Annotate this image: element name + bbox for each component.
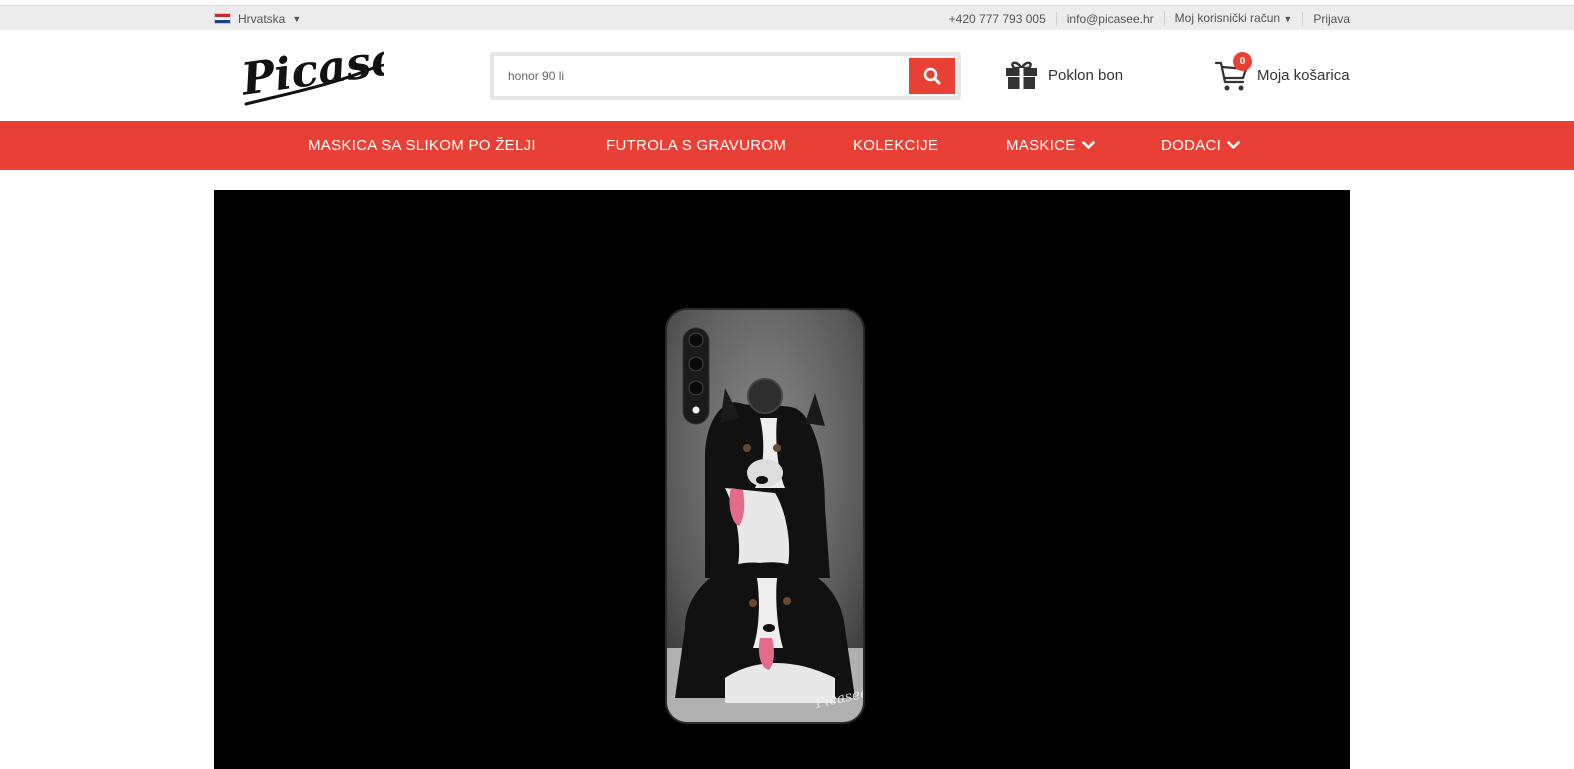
gift-voucher-label: Poklon bon	[1048, 66, 1124, 84]
search-icon	[923, 67, 941, 85]
chevron-down-icon	[1227, 141, 1240, 149]
top-links: +420 777 793 005 info@picasee.hr Moj kor…	[939, 11, 1350, 26]
picasee-logo[interactable]: Picasee	[236, 29, 429, 108]
gift-icon	[1006, 61, 1037, 89]
phone-link[interactable]: +420 777 793 005	[939, 12, 1056, 26]
header: Picasee Poklon bon	[0, 29, 1574, 121]
chevron-down-icon: ▼	[292, 13, 302, 24]
nav-item-label: KOLEKCIJE	[853, 137, 939, 154]
chevron-down-icon: ▼	[1283, 14, 1293, 24]
account-label: Moj korisnički račun	[1174, 11, 1281, 25]
login-link[interactable]: Prijava	[1302, 11, 1350, 26]
nav-item-collections[interactable]: KOLEKCIJE	[853, 121, 938, 170]
croatia-flag-icon	[214, 13, 231, 24]
search-button[interactable]	[909, 58, 955, 94]
nav-item-label: MASKICE	[1006, 137, 1076, 154]
language-selector[interactable]: Hrvatska ▼	[214, 12, 301, 26]
nav-item-custom-photo-case[interactable]: MASKICA SA SLIKOM PO ŽELJI	[308, 121, 536, 170]
nav-item-accessories[interactable]: DODACI	[1161, 121, 1240, 170]
gift-voucher-link[interactable]: Poklon bon	[1005, 60, 1123, 90]
search-input[interactable]	[494, 56, 909, 96]
chevron-down-icon	[1081, 141, 1095, 149]
nav-item-label: FUTROLA S GRAVUROM	[606, 137, 787, 154]
cart-count-badge: 0	[1233, 52, 1252, 71]
cart-link[interactable]: 0 Moja košarica	[1214, 52, 1350, 92]
nav-item-label: MASKICA SA SLIKOM PO ŽELJI	[308, 137, 536, 154]
main-nav: MASKICA SA SLIKOM PO ŽELJI FUTROLA S GRA…	[0, 121, 1574, 170]
phone-case-image: Picasee	[665, 308, 865, 724]
account-menu[interactable]: Moj korisnički račun ▼	[1163, 11, 1303, 26]
search-box	[490, 52, 961, 100]
top-bar-inner: Hrvatska ▼ +420 777 793 005 info@picasee…	[214, 6, 1350, 31]
nav-item-engraved-case[interactable]: FUTROLA S GRAVUROM	[606, 121, 786, 170]
nav-item-cases[interactable]: MASKICE	[1006, 121, 1095, 170]
hero-banner[interactable]: Picasee	[214, 190, 1350, 769]
cart-label: Moja košarica	[1257, 66, 1350, 84]
top-bar: Hrvatska ▼ +420 777 793 005 info@picasee…	[0, 5, 1574, 30]
nav-item-label: DODACI	[1161, 137, 1222, 154]
cart-icon: 0	[1214, 52, 1252, 92]
email-link[interactable]: info@picasee.hr	[1055, 11, 1164, 26]
language-label: Hrvatska	[238, 11, 286, 26]
